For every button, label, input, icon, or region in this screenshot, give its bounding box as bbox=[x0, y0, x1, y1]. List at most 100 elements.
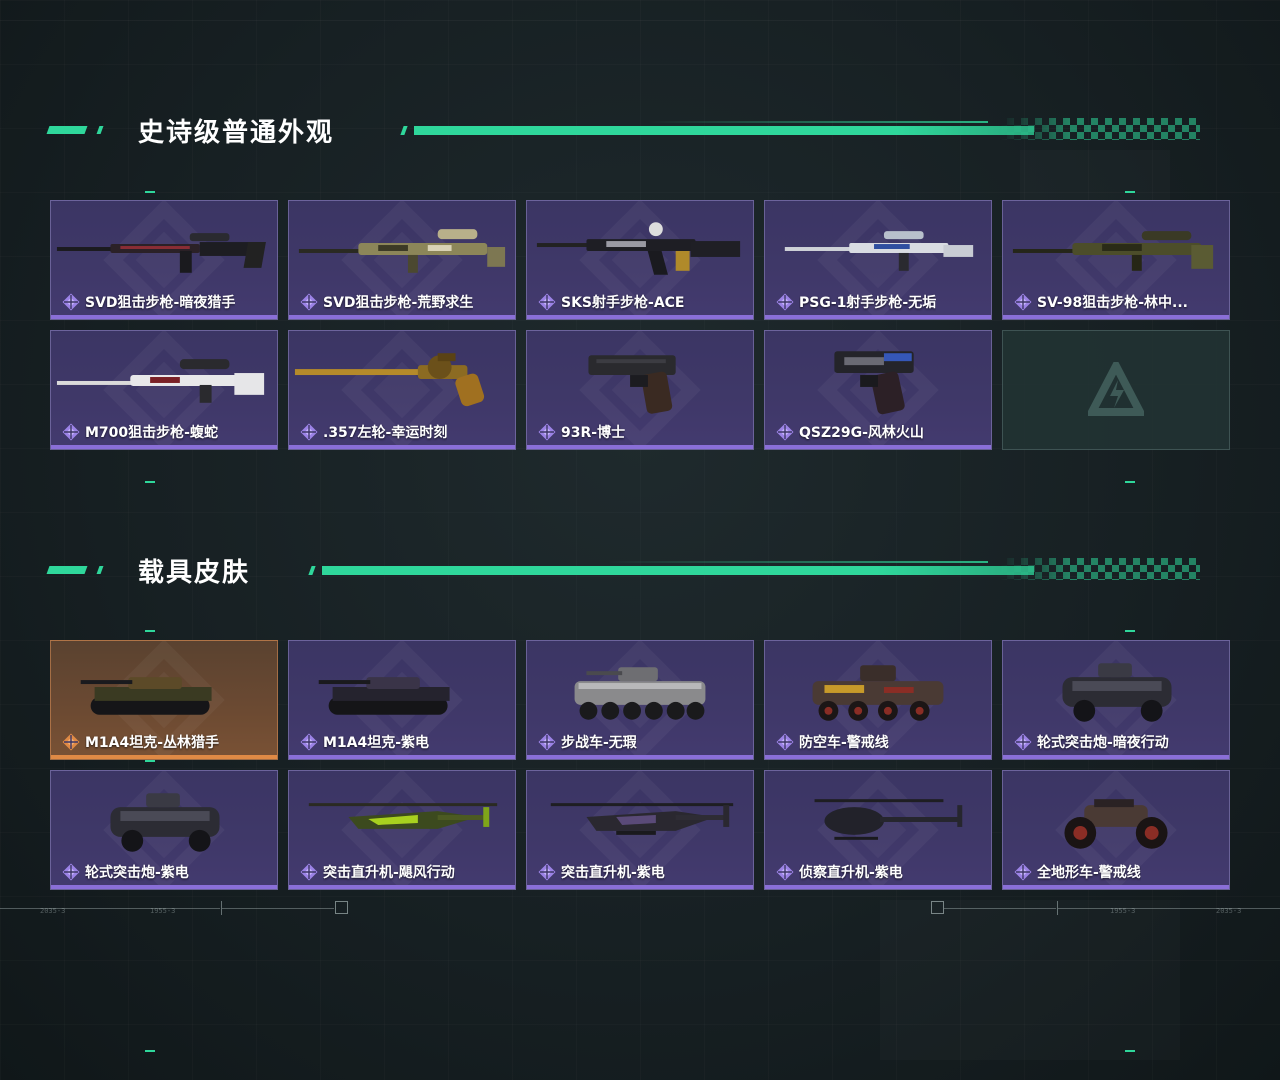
corner-tick bbox=[145, 630, 155, 632]
skin-name: SKS射手步枪-ACE bbox=[561, 295, 685, 311]
skin-name: SVD狙击步枪-荒野求生 bbox=[323, 295, 474, 311]
header-bar bbox=[414, 126, 1034, 135]
skin-name: 突击直升机-紫电 bbox=[561, 865, 665, 881]
card-label-row: M1A4坦克-丛林猎手 bbox=[61, 731, 271, 753]
rarity-diamond-icon bbox=[775, 862, 795, 882]
skin-card[interactable]: SVD狙击步枪-荒野求生 bbox=[288, 200, 516, 320]
tank-camo-icon bbox=[51, 647, 277, 731]
card-label-row: M1A4坦克-紫电 bbox=[299, 731, 509, 753]
skin-name: 轮式突击炮-紫电 bbox=[85, 865, 189, 881]
card-label-row: 轮式突击炮-暗夜行动 bbox=[1013, 731, 1223, 753]
skin-card[interactable]: 步战车-无瑕 bbox=[526, 640, 754, 760]
skin-card[interactable]: .357左轮-幸运时刻 bbox=[288, 330, 516, 450]
skin-card[interactable]: M1A4坦克-紫电 bbox=[288, 640, 516, 760]
card-label-row: 突击直升机-飓风行动 bbox=[299, 861, 509, 883]
skin-card[interactable]: 轮式突击炮-暗夜行动 bbox=[1002, 640, 1230, 760]
card-label-row: 防空车-警戒线 bbox=[775, 731, 985, 753]
header-accent-dash bbox=[96, 566, 104, 574]
skin-card[interactable]: M700狙击步枪-蝮蛇 bbox=[50, 330, 278, 450]
skin-name: 防空车-警戒线 bbox=[799, 735, 889, 751]
rarity-bar bbox=[765, 885, 991, 889]
corner-tick bbox=[1125, 1050, 1135, 1052]
rarity-bar bbox=[289, 445, 515, 449]
skin-card[interactable]: M1A4坦克-丛林猎手 bbox=[50, 640, 278, 760]
skin-card[interactable]: 全地形车-警戒线 bbox=[1002, 770, 1230, 890]
skin-card[interactable]: 93R-博士 bbox=[526, 330, 754, 450]
aa-vehicle-icon bbox=[765, 647, 991, 731]
skin-card[interactable]: SVD狙击步枪-暗夜猎手 bbox=[50, 200, 278, 320]
rarity-diamond-icon bbox=[775, 292, 795, 312]
skin-name: 侦察直升机-紫电 bbox=[799, 865, 903, 881]
rarity-bar bbox=[1003, 315, 1229, 319]
rarity-diamond-icon bbox=[299, 732, 319, 752]
skin-card[interactable]: QSZ29G-风林火山 bbox=[764, 330, 992, 450]
skin-name: M1A4坦克-丛林猎手 bbox=[85, 735, 220, 751]
marksman-rifle-icon bbox=[765, 207, 991, 291]
skin-card[interactable]: PSG-1射手步枪-无垢 bbox=[764, 200, 992, 320]
card-label-row: 93R-博士 bbox=[537, 421, 747, 443]
rarity-bar bbox=[765, 755, 991, 759]
skin-card[interactable]: SV-98狙击步枪-林中... bbox=[1002, 200, 1230, 320]
rarity-diamond-icon bbox=[775, 732, 795, 752]
skin-name: 轮式突击炮-暗夜行动 bbox=[1037, 735, 1169, 751]
vehicle-skin-grid: M1A4坦克-丛林猎手 M1A4坦克-紫电 步战车-无瑕 防空车-警戒线 轮式突击炮-暗… bbox=[50, 640, 1230, 890]
hud-square bbox=[931, 901, 944, 914]
hud-square bbox=[335, 901, 348, 914]
sniper-rifle-woodland-icon bbox=[1003, 207, 1229, 291]
rarity-bar bbox=[51, 445, 277, 449]
skin-card[interactable]: 侦察直升机-紫电 bbox=[764, 770, 992, 890]
rarity-bar bbox=[289, 885, 515, 889]
scout-helicopter-icon bbox=[765, 777, 991, 861]
skin-name: PSG-1射手步枪-无垢 bbox=[799, 295, 937, 311]
section-header-vehicles: 载具皮肤 bbox=[46, 558, 1208, 588]
header-accent-dash bbox=[46, 126, 88, 134]
hud-line bbox=[944, 908, 1056, 909]
skin-name: SVD狙击步枪-暗夜猎手 bbox=[85, 295, 236, 311]
background-panel bbox=[880, 900, 1180, 1060]
skin-card[interactable]: 突击直升机-紫电 bbox=[526, 770, 754, 890]
card-label-row: 突击直升机-紫电 bbox=[537, 861, 747, 883]
skin-name: 步战车-无瑕 bbox=[561, 735, 637, 751]
card-label-row: SVD狙击步枪-暗夜猎手 bbox=[61, 291, 271, 313]
revolver-icon bbox=[289, 337, 515, 421]
card-label-row: SKS射手步枪-ACE bbox=[537, 291, 747, 313]
rarity-diamond-icon bbox=[61, 732, 81, 752]
pistol-icon bbox=[527, 337, 753, 421]
card-label-row: 步战车-无瑕 bbox=[537, 731, 747, 753]
skin-card[interactable]: 轮式突击炮-紫电 bbox=[50, 770, 278, 890]
ifv-icon bbox=[527, 647, 753, 731]
rarity-diamond-icon bbox=[537, 422, 557, 442]
header-bar-tick bbox=[400, 126, 408, 135]
hud-code: 2035-3 bbox=[1216, 907, 1242, 915]
skin-card[interactable]: 防空车-警戒线 bbox=[764, 640, 992, 760]
card-label-row: .357左轮-幸运时刻 bbox=[299, 421, 509, 443]
rarity-bar bbox=[527, 315, 753, 319]
sniper-rifle-camo-icon bbox=[289, 207, 515, 291]
skin-card[interactable]: SKS射手步枪-ACE bbox=[526, 200, 754, 320]
rarity-diamond-icon bbox=[61, 292, 81, 312]
rarity-diamond-icon bbox=[61, 422, 81, 442]
rarity-bar bbox=[1003, 885, 1229, 889]
rarity-bar bbox=[765, 445, 991, 449]
wheeled-assault-gun-icon bbox=[1003, 647, 1229, 731]
skin-name: SV-98狙击步枪-林中... bbox=[1037, 295, 1188, 311]
attack-helicopter-icon bbox=[527, 777, 753, 861]
wheeled-assault-gun-icon bbox=[51, 777, 277, 861]
hud-line bbox=[1058, 908, 1280, 909]
rarity-bar bbox=[1003, 755, 1229, 759]
card-label-row: PSG-1射手步枪-无垢 bbox=[775, 291, 985, 313]
card-label-row: M700狙击步枪-蝮蛇 bbox=[61, 421, 271, 443]
skin-card[interactable]: 突击直升机-飓风行动 bbox=[288, 770, 516, 890]
skin-name: 全地形车-警戒线 bbox=[1037, 865, 1141, 881]
card-label-row: 全地形车-警戒线 bbox=[1013, 861, 1223, 883]
header-bar-tick bbox=[308, 566, 316, 575]
rarity-diamond-icon bbox=[1013, 732, 1033, 752]
skin-name: QSZ29G-风林火山 bbox=[799, 425, 924, 441]
rarity-diamond-icon bbox=[299, 422, 319, 442]
card-label-row: SVD狙击步枪-荒野求生 bbox=[299, 291, 509, 313]
corner-tick bbox=[145, 481, 155, 483]
corner-tick bbox=[145, 1050, 155, 1052]
header-bar-thin bbox=[648, 121, 988, 123]
rarity-diamond-icon bbox=[537, 862, 557, 882]
corner-tick bbox=[1125, 630, 1135, 632]
